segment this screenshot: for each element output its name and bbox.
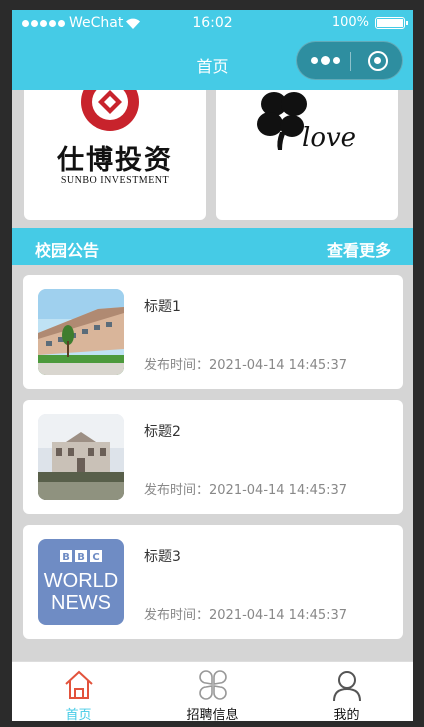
bbc-world-news-thumbnail: B B C WORLD NEWS	[38, 539, 124, 625]
battery-icon	[375, 16, 408, 29]
sunbo-logo-icon	[81, 90, 139, 131]
clover-love-logo-icon: love	[257, 92, 356, 153]
bbc-letter: B	[77, 552, 85, 563]
bbc-letter: C	[92, 552, 99, 563]
list-item[interactable]: 标题1 发布时间：2021-04-14 14:45:37	[23, 275, 403, 389]
news-title: 标题2	[144, 424, 181, 440]
nav-bar: 首页	[12, 37, 413, 90]
home-icon	[64, 670, 93, 699]
battery-indicator: 100%	[331, 15, 408, 30]
tab-home[interactable]: 首页	[12, 662, 145, 721]
partner-logos: 仕博投资 SUNBO INVESTMENT love	[12, 90, 413, 230]
news-title: 标题3	[144, 549, 181, 565]
svg-text:love: love	[302, 123, 356, 153]
world-text: WORLD	[44, 570, 118, 592]
tab-bar: 首页 招聘信息 我的	[12, 661, 413, 721]
section-header: 校园公告 查看更多	[12, 228, 413, 265]
list-item[interactable]: 标题2 发布时间：2021-04-14 14:45:37	[23, 400, 403, 514]
list-item[interactable]: B B C WORLD NEWS 标题3 发布时间：2021-04-14 14:…	[23, 525, 403, 639]
view-more-link[interactable]: 查看更多	[327, 237, 391, 261]
news-time: 发布时间：2021-04-14 14:45:37	[144, 608, 348, 623]
partner-subtitle: SUNBO INVESTMENT	[60, 175, 170, 186]
campus-building-thumbnail	[38, 289, 124, 375]
mini-program-capsule	[296, 41, 403, 80]
news-text: NEWS	[51, 592, 111, 614]
capsule-divider	[350, 52, 351, 71]
battery-percent: 100%	[331, 15, 369, 30]
more-icon[interactable]	[311, 56, 340, 65]
news-title: 标题1	[144, 299, 181, 315]
bbc-letter: B	[62, 552, 70, 563]
user-icon	[332, 671, 361, 702]
four-petal-icon	[198, 670, 227, 700]
tab-label: 招聘信息	[186, 708, 239, 721]
partner-card-sunbo[interactable]: 仕博投资 SUNBO INVESTMENT	[24, 90, 206, 220]
section-title: 校园公告	[35, 241, 100, 260]
partner-card-love[interactable]: love	[216, 90, 398, 220]
news-time: 发布时间：2021-04-14 14:45:37	[144, 358, 348, 373]
status-bar: WeChat 16:02 100%	[12, 10, 413, 37]
phone-screen: WeChat 16:02 100% 首页 仕博投资 SUNBO INVESTME…	[12, 10, 413, 721]
tab-label: 我的	[333, 708, 360, 721]
tab-jobs[interactable]: 招聘信息	[146, 662, 279, 721]
close-mini-program-icon[interactable]	[368, 51, 388, 71]
tab-profile[interactable]: 我的	[280, 662, 413, 721]
school-gate-thumbnail	[38, 414, 124, 500]
news-time: 发布时间：2021-04-14 14:45:37	[144, 483, 348, 498]
partner-name: 仕博投资	[57, 145, 173, 176]
tab-label: 首页	[65, 708, 92, 721]
